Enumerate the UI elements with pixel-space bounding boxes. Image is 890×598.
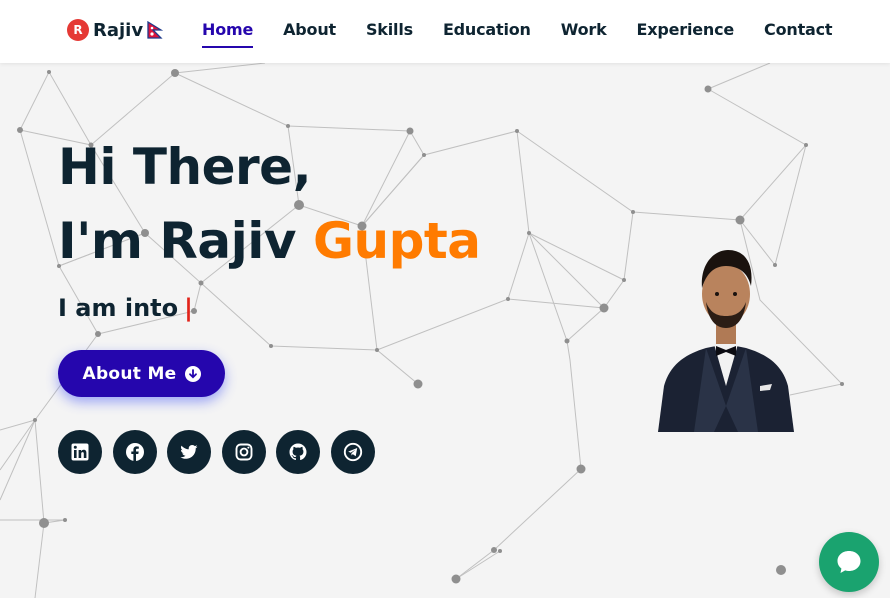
nepal-flag-icon <box>147 21 164 39</box>
chat-bubble-icon <box>837 551 861 573</box>
facebook-icon[interactable] <box>112 430 157 474</box>
nav-item-education[interactable]: Education <box>443 20 531 48</box>
typing-cursor: | <box>184 294 193 322</box>
brand-logo[interactable]: R Rajiv <box>67 18 164 42</box>
typing-text: I am into | <box>58 294 193 322</box>
social-links <box>58 430 385 474</box>
linkedin-icon[interactable] <box>58 430 102 474</box>
brand-name: Rajiv <box>93 19 144 41</box>
chat-widget-button[interactable] <box>819 532 879 592</box>
profile-photo <box>658 250 794 432</box>
nav-item-skills[interactable]: Skills <box>366 20 413 48</box>
twitter-icon[interactable] <box>167 430 211 474</box>
nav-item-experience[interactable]: Experience <box>637 20 735 48</box>
about-me-button[interactable]: About Me <box>58 350 225 397</box>
hero-intro-accent: Gupta <box>312 212 481 270</box>
telegram-icon[interactable] <box>330 430 375 474</box>
hero-greeting: Hi There, <box>58 138 312 196</box>
brand-badge: R <box>67 19 89 41</box>
github-icon[interactable] <box>276 430 320 474</box>
nav-item-home[interactable]: Home <box>202 20 253 48</box>
nav-item-work[interactable]: Work <box>561 20 607 48</box>
site-header: R Rajiv Home About Skills Education Work… <box>0 0 890 63</box>
about-me-label: About Me <box>82 363 177 384</box>
typing-prefix: I am into <box>58 294 179 322</box>
arrow-down-circle-icon <box>184 365 201 382</box>
nav-item-contact[interactable]: Contact <box>764 20 833 48</box>
instagram-icon[interactable] <box>221 430 266 474</box>
hero-intro-name: I'm Rajiv <box>58 212 313 270</box>
nav-item-about[interactable]: About <box>283 20 336 48</box>
main-nav: Home About Skills Education Work Experie… <box>202 20 862 48</box>
hero-intro: I'm Rajiv Gupta <box>58 212 481 270</box>
